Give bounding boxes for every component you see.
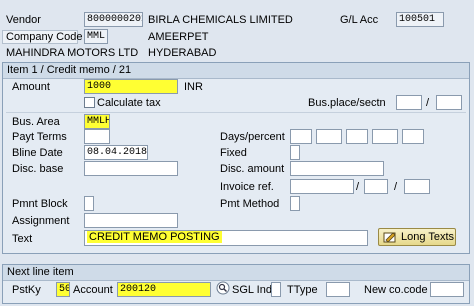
pmt-method-field[interactable] (290, 196, 300, 211)
company-city: HYDERABAD (148, 47, 217, 59)
long-texts-label: Long Texts (401, 231, 455, 243)
next-line-group-title: Next line item (3, 265, 469, 281)
company-street: AMEERPET (148, 31, 209, 43)
ttype-field[interactable] (326, 282, 350, 297)
invoice-ref-separator-2: / (394, 181, 398, 193)
assignment-field[interactable] (84, 213, 178, 228)
separator (6, 112, 466, 113)
vendor-field[interactable]: 8000000201 (84, 12, 143, 27)
disc-amount-field[interactable] (290, 161, 384, 176)
text-field-value: CREDIT MEMO POSTING (87, 231, 222, 243)
new-co-code-field[interactable] (430, 282, 464, 297)
invoice-ref-separator-1: / (356, 181, 360, 193)
disc-base-label: Disc. base (12, 163, 64, 175)
account-field[interactable]: 200120 (117, 282, 211, 297)
days2-field[interactable] (346, 129, 368, 144)
pmt-method-label: Pmt Method (220, 198, 280, 210)
bus-place-label: Bus.place/sectn (308, 97, 386, 109)
ttype-label: TType (287, 284, 318, 296)
fixed-label: Fixed (220, 147, 247, 159)
company-name: MAHINDRA MOTORS LTD (6, 47, 139, 59)
days-net-field[interactable] (402, 129, 424, 144)
disc-base-field[interactable] (84, 161, 178, 176)
invoice-ref-label: Invoice ref. (220, 181, 274, 193)
invoice-year-field[interactable] (364, 179, 388, 194)
section-code-field[interactable] (436, 95, 462, 110)
percent1-field[interactable] (316, 129, 342, 144)
pstky-label: PstKy (12, 284, 41, 296)
fixed-field[interactable] (290, 145, 300, 160)
gl-acc-label: G/L Acc (340, 14, 379, 26)
amount-label: Amount (12, 81, 50, 93)
bus-area-field[interactable]: MMLH (84, 114, 110, 129)
sgl-ind-field[interactable] (271, 282, 281, 297)
payt-terms-label: Payt Terms (12, 131, 67, 143)
invoice-ref-field[interactable] (290, 179, 354, 194)
text-field[interactable]: CREDIT MEMO POSTING (84, 230, 368, 246)
calculate-tax-checkbox[interactable] (84, 97, 95, 108)
invoice-item-field[interactable] (404, 179, 430, 194)
long-text-icon (383, 232, 396, 243)
payt-terms-field[interactable] (84, 129, 110, 144)
pstky-field[interactable]: 50 (56, 282, 70, 297)
calculate-tax-label: Calculate tax (97, 97, 161, 109)
vendor-label: Vendor (6, 14, 41, 26)
new-co-code-label: New co.code (364, 284, 428, 296)
text-label: Text (12, 233, 33, 245)
item-group-title: Item 1 / Credit memo / 21 (3, 63, 469, 79)
company-code-field[interactable]: MML (84, 29, 108, 44)
bus-place-field[interactable] (396, 95, 422, 110)
gl-acc-field[interactable]: 100501 (396, 12, 444, 27)
vendor-name: BIRLA CHEMICALS LIMITED (148, 14, 293, 26)
disc-amount-label: Disc. amount (220, 163, 285, 175)
bline-date-label: Bline Date (12, 147, 63, 159)
percent2-field[interactable] (372, 129, 398, 144)
pmnt-block-label: Pmnt Block (12, 198, 68, 210)
sgl-ind-label: SGL Ind (232, 284, 272, 296)
amount-field[interactable]: 1000 (84, 79, 178, 94)
pmnt-block-field[interactable] (84, 196, 94, 211)
search-help-icon[interactable] (216, 281, 230, 295)
assignment-label: Assignment (12, 215, 70, 227)
bline-date-field[interactable]: 08.04.2018 (84, 145, 148, 160)
bus-area-label: Bus. Area (12, 116, 60, 128)
bus-place-separator: / (426, 97, 430, 109)
days1-field[interactable] (290, 129, 312, 144)
long-texts-button[interactable]: Long Texts (378, 228, 456, 246)
company-code-label: Company Code (2, 30, 82, 44)
currency-label: INR (184, 81, 203, 93)
days-percent-label: Days/percent (220, 131, 285, 143)
account-label: Account (73, 284, 113, 296)
